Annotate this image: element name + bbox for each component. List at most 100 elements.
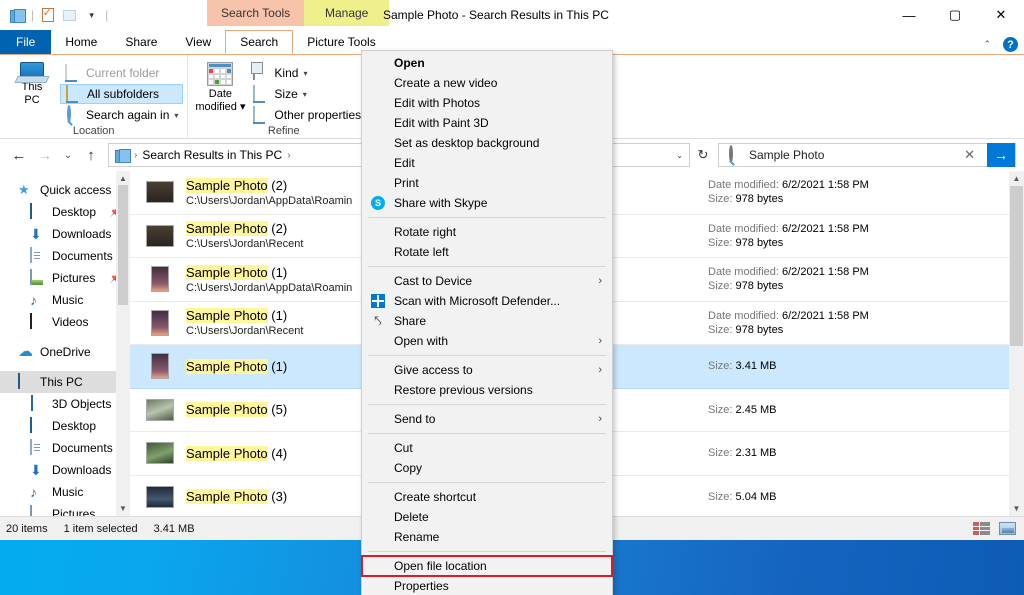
help-icon[interactable]: ? (1003, 37, 1018, 52)
scroll-down-icon[interactable]: ▼ (1009, 501, 1024, 516)
documents-icon (30, 247, 46, 264)
sidebar-item-desktop[interactable]: Desktop 📌 (0, 201, 130, 223)
forward-button[interactable]: → (32, 142, 58, 168)
other-properties-option[interactable]: Other properties ▾ (248, 105, 375, 125)
menu-item-edit[interactable]: Edit (362, 153, 612, 173)
computer-icon (20, 62, 44, 79)
file-name-suffix: (3) (267, 489, 288, 505)
tab-file[interactable]: File (0, 30, 52, 54)
size-option[interactable]: Size ▾ (248, 84, 375, 104)
menu-item-open[interactable]: Open (362, 53, 612, 73)
breadcrumb-segment-search-results[interactable]: Search Results in This PC (142, 148, 282, 162)
menu-item-create-a-new-video[interactable]: Create a new video (362, 73, 612, 93)
sidebar-item-desktop-pc[interactable]: Desktop (0, 415, 130, 437)
menu-item-open-file-location[interactable]: Open file location (361, 555, 613, 577)
scroll-up-icon[interactable]: ▲ (119, 171, 127, 186)
back-button[interactable]: ← (6, 142, 32, 168)
sidebar-item-videos[interactable]: Videos (0, 311, 130, 333)
customize-qat-chevron-icon[interactable]: ▾ (83, 7, 100, 24)
sidebar-item-this-pc[interactable]: This PC (0, 371, 130, 393)
menu-item-give-access-to[interactable]: Give access to › (362, 360, 612, 380)
sidebar-item-quick-access[interactable]: ★ Quick access (0, 179, 130, 201)
menu-item-set-as-desktop-background[interactable]: Set as desktop background (362, 133, 612, 153)
menu-item-share-with-skype[interactable]: S Share with Skype (362, 193, 612, 213)
large-icons-view-button[interactable] (996, 520, 1018, 538)
file-metadata: Size: 2.31 MB (708, 447, 777, 459)
sidebar-item-documents[interactable]: Documents 📌 (0, 245, 130, 267)
menu-item-create-shortcut[interactable]: Create shortcut (362, 487, 612, 507)
scroll-down-icon[interactable]: ▼ (119, 501, 127, 516)
details-view-button[interactable] (970, 520, 992, 538)
file-name-suffix: (1) (267, 308, 288, 324)
sidebar-item-documents-pc[interactable]: Documents (0, 437, 130, 459)
tab-share[interactable]: Share (111, 30, 171, 54)
menu-item-scan-with-microsoft-defender[interactable]: Scan with Microsoft Defender... (362, 291, 612, 311)
collapse-ribbon-chevron-icon[interactable]: ⌃ (983, 39, 991, 50)
navigation-pane-scrollbar[interactable]: ▲ ▼ (116, 171, 130, 516)
maximize-button[interactable]: ▢ (932, 0, 978, 30)
new-folder-icon[interactable] (61, 7, 78, 24)
menu-item-rename[interactable]: Rename (362, 527, 612, 547)
sidebar-label-this-pc: This PC (40, 375, 83, 389)
menu-item-cast-to-device[interactable]: Cast to Device › (362, 271, 612, 291)
this-pc-button[interactable]: This PC (4, 59, 60, 107)
scroll-up-icon[interactable]: ▲ (1009, 171, 1024, 186)
breadcrumb-separator-1: › (134, 149, 138, 161)
menu-item-edit-with-paint-3d[interactable]: Edit with Paint 3D (362, 113, 612, 133)
sidebar-item-3d-objects[interactable]: 3D Objects (0, 393, 130, 415)
sidebar-item-music-pc[interactable]: ♪ Music (0, 481, 130, 503)
file-name: Sample Photo (2) (186, 221, 303, 237)
cloud-icon: ☁ (18, 343, 33, 360)
menu-item-rotate-left[interactable]: Rotate left (362, 242, 612, 262)
menu-item-share[interactable]: ⤣ Share (362, 311, 612, 331)
breadcrumb-separator-2[interactable]: › (287, 150, 290, 161)
run-search-button[interactable]: → (987, 143, 1015, 167)
file-name-highlight: Sample Photo (186, 402, 268, 418)
menu-item-send-to[interactable]: Send to › (362, 409, 612, 429)
menu-label-share: Share (394, 314, 427, 328)
search-again-in-option[interactable]: Search again in ▾ (60, 105, 183, 125)
menu-item-copy[interactable]: Copy (362, 458, 612, 478)
date-modified-value: 6/2/2021 1:58 PM (782, 222, 869, 235)
file-metadata: Date modified: 6/2/2021 1:58 PM Size: 97… (708, 266, 869, 292)
scroll-thumb[interactable] (118, 185, 128, 305)
menu-label-copy: Copy (394, 461, 423, 475)
explorer-icon[interactable] (9, 7, 26, 24)
menu-label-edit-with-photos: Edit with Photos (394, 96, 481, 110)
current-folder-option[interactable]: Current folder (60, 63, 183, 83)
minimize-button[interactable]: — (886, 0, 932, 30)
sidebar-item-onedrive[interactable]: ☁ OneDrive (0, 341, 130, 363)
date-modified-button[interactable]: Date modified ▾ (192, 59, 248, 114)
menu-item-restore-previous-versions[interactable]: Restore previous versions (362, 380, 612, 400)
menu-item-print[interactable]: Print (362, 173, 612, 193)
menu-item-edit-with-photos[interactable]: Edit with Photos (362, 93, 612, 113)
menu-item-properties[interactable]: Properties (362, 576, 612, 595)
sidebar-item-downloads[interactable]: ⬇ Downloads 📌 (0, 223, 130, 245)
breadcrumb-dropdown-icon[interactable]: ⌄ (676, 151, 683, 160)
properties-icon[interactable] (39, 6, 56, 24)
clear-search-icon[interactable]: ✕ (958, 147, 981, 163)
sidebar-item-pictures[interactable]: Pictures 📌 (0, 267, 130, 289)
menu-separator (368, 404, 606, 405)
tab-search[interactable]: Search (225, 30, 294, 54)
recent-locations-button[interactable]: ⌄ (58, 142, 78, 168)
search-input[interactable]: Sample Photo (749, 148, 952, 162)
menu-item-open-with[interactable]: Open with › (362, 331, 612, 351)
close-button[interactable]: ✕ (978, 0, 1024, 30)
search-box[interactable]: Sample Photo ✕ → (718, 143, 1016, 167)
menu-item-delete[interactable]: Delete (362, 507, 612, 527)
menu-item-cut[interactable]: Cut (362, 438, 612, 458)
all-subfolders-option[interactable]: All subfolders (60, 84, 184, 104)
sidebar-item-music[interactable]: ♪ Music (0, 289, 130, 311)
up-button[interactable]: ↑ (78, 142, 104, 168)
sidebar-item-downloads-pc[interactable]: ⬇ Downloads (0, 459, 130, 481)
refresh-button[interactable]: ↻ (690, 143, 716, 167)
tab-view[interactable]: View (171, 30, 225, 54)
size-value: 2.45 MB (735, 403, 777, 416)
menu-item-rotate-right[interactable]: Rotate right (362, 222, 612, 242)
kind-option[interactable]: Kind ▾ (248, 63, 375, 83)
sidebar-item-pictures-pc[interactable]: Pictures (0, 503, 130, 516)
file-list-scrollbar[interactable]: ▲ ▼ (1009, 171, 1024, 516)
tab-home[interactable]: Home (51, 30, 111, 54)
scroll-thumb[interactable] (1010, 186, 1023, 346)
